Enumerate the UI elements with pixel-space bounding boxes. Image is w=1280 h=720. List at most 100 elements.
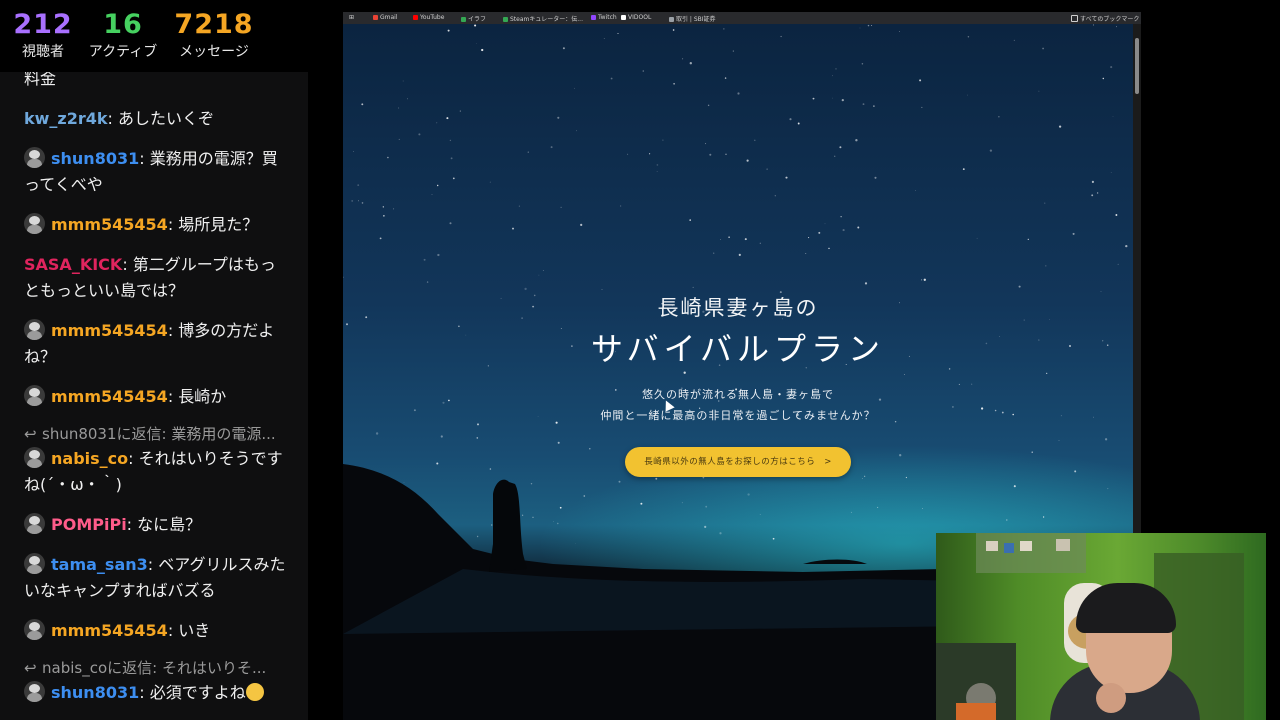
- star-dot: [573, 87, 575, 89]
- star-dot: [452, 177, 455, 180]
- star-dot: [967, 94, 968, 96]
- user-avatar-icon[interactable]: [24, 447, 45, 468]
- star-dot: [446, 117, 449, 120]
- chat-username[interactable]: tama_san3: [51, 555, 148, 574]
- reply-context-text: nabis_coに返信: それはいりそ...: [42, 659, 267, 677]
- user-avatar-icon[interactable]: [24, 213, 45, 234]
- star-dot: [1115, 214, 1118, 216]
- star-dot: [738, 253, 741, 256]
- chat-username[interactable]: nabis_co: [51, 449, 128, 468]
- star-dot: [431, 194, 433, 195]
- star-dot: [437, 253, 440, 257]
- chat-username[interactable]: SASA_KICK: [24, 255, 122, 274]
- star-dot: [1046, 372, 1048, 375]
- chat-username[interactable]: mmm545454: [51, 215, 168, 234]
- star-dot: [871, 25, 873, 26]
- star-dot: [921, 106, 923, 108]
- bookmark-label: Twitch: [598, 14, 617, 21]
- star-dot: [1018, 285, 1021, 288]
- star-dot: [576, 130, 577, 132]
- star-dot: [689, 62, 692, 65]
- star-dot: [705, 143, 707, 145]
- star-dot: [759, 242, 761, 244]
- other-islands-cta-button[interactable]: 長崎県以外の無人島をお探しの方はこちら >: [625, 447, 851, 477]
- star-dot: [976, 237, 978, 239]
- chat-username[interactable]: mmm545454: [51, 387, 168, 406]
- star-dot: [476, 437, 479, 439]
- star-dot: [357, 184, 360, 186]
- username-separator: :: [147, 555, 159, 574]
- user-avatar-icon[interactable]: [24, 681, 45, 702]
- star-dot: [459, 110, 461, 112]
- star-dot: [1117, 263, 1119, 265]
- chat-username[interactable]: shun8031: [51, 149, 139, 168]
- bookmark-item[interactable]: イラフ: [461, 14, 486, 23]
- star-dot: [1125, 244, 1128, 248]
- viewer-count-label: 視聴者: [22, 44, 64, 60]
- star-dot: [527, 151, 529, 153]
- user-avatar-icon[interactable]: [24, 147, 45, 168]
- star-dot: [524, 287, 527, 291]
- active-count-stat: 16 アクティブ: [84, 8, 162, 62]
- user-avatar-icon[interactable]: [24, 619, 45, 640]
- star-dot: [774, 195, 776, 197]
- bookmark-item[interactable]: Twitch: [591, 14, 617, 21]
- star-dot: [839, 146, 842, 149]
- star-dot: [785, 176, 788, 179]
- bookmark-item[interactable]: VIDOOL: [621, 14, 651, 21]
- star-dot: [864, 475, 866, 477]
- username-separator: :: [139, 683, 150, 702]
- star-dot: [423, 258, 426, 261]
- chat-username[interactable]: shun8031: [51, 683, 139, 702]
- star-dot: [1110, 66, 1113, 69]
- star-dot: [859, 27, 861, 29]
- star-dot: [640, 502, 643, 505]
- bookmark-label: VIDOOL: [628, 14, 652, 21]
- bookmark-item[interactable]: YouTube: [413, 14, 444, 21]
- scrollbar-thumb[interactable]: [1135, 38, 1139, 94]
- bookmark-item[interactable]: Steamキュレーター：伝...: [503, 14, 583, 23]
- star-dot: [489, 468, 492, 470]
- star-dot: [387, 156, 389, 159]
- chat-username[interactable]: POMPiPi: [51, 515, 127, 534]
- chat-panel[interactable]: 料金 kw_z2r4k: あしたいくぞ shun8031: 業務用の電源？買ってくべ…: [0, 72, 308, 720]
- all-bookmarks-button[interactable]: すべてのブックマーク: [1071, 14, 1139, 23]
- star-dot: [403, 481, 405, 483]
- reply-context[interactable]: ↩ nabis_coに返信: それはいりそ...: [0, 658, 308, 678]
- all-bookmarks-label: すべてのブックマーク: [1080, 16, 1140, 23]
- star-dot: [1031, 451, 1033, 453]
- chat-username[interactable]: mmm545454: [51, 621, 168, 640]
- star-dot: [1104, 438, 1108, 441]
- user-avatar-icon[interactable]: [24, 513, 45, 534]
- chat-message-text: 料金: [24, 72, 57, 88]
- star-dot: [1042, 516, 1045, 518]
- chat-username[interactable]: mmm545454: [51, 321, 168, 340]
- star-dot: [618, 480, 621, 483]
- star-dot: [709, 153, 712, 156]
- star-dot: [447, 29, 450, 32]
- user-avatar-icon[interactable]: [24, 553, 45, 574]
- chat-message: mmm545454: 場所見た？: [0, 212, 308, 238]
- user-avatar-icon[interactable]: [24, 319, 45, 340]
- star-dot: [449, 139, 452, 142]
- star-dot: [557, 441, 560, 444]
- reply-context[interactable]: ↩ shun8031に返信: 業務用の電源...: [0, 424, 308, 444]
- user-avatar-icon[interactable]: [24, 385, 45, 406]
- gmail-icon: [373, 15, 378, 20]
- star-dot: [553, 520, 555, 522]
- chat-message-text: 必須ですよね: [149, 683, 246, 702]
- star-dot: [818, 231, 821, 234]
- apps-grid-icon[interactable]: ⊞: [349, 14, 354, 21]
- star-dot: [1092, 24, 1095, 26]
- hero-title: サバイバルプラン: [590, 330, 886, 368]
- bookmark-item[interactable]: Gmail: [373, 14, 398, 21]
- star-dot: [383, 215, 385, 217]
- chat-username[interactable]: kw_z2r4k: [24, 109, 108, 128]
- star-dot: [476, 535, 479, 538]
- hero-description-line2: 仲間と一緒に最高の非日常を過ごしてみませんか？: [600, 409, 876, 422]
- chat-message-list: 料金 kw_z2r4k: あしたいくぞ shun8031: 業務用の電源？買ってくべ…: [0, 72, 308, 720]
- star-dot: [1013, 485, 1016, 488]
- bookmark-item[interactable]: 取引 | SBI証券: [669, 14, 716, 23]
- star-dot: [407, 98, 408, 100]
- star-dot: [971, 383, 973, 385]
